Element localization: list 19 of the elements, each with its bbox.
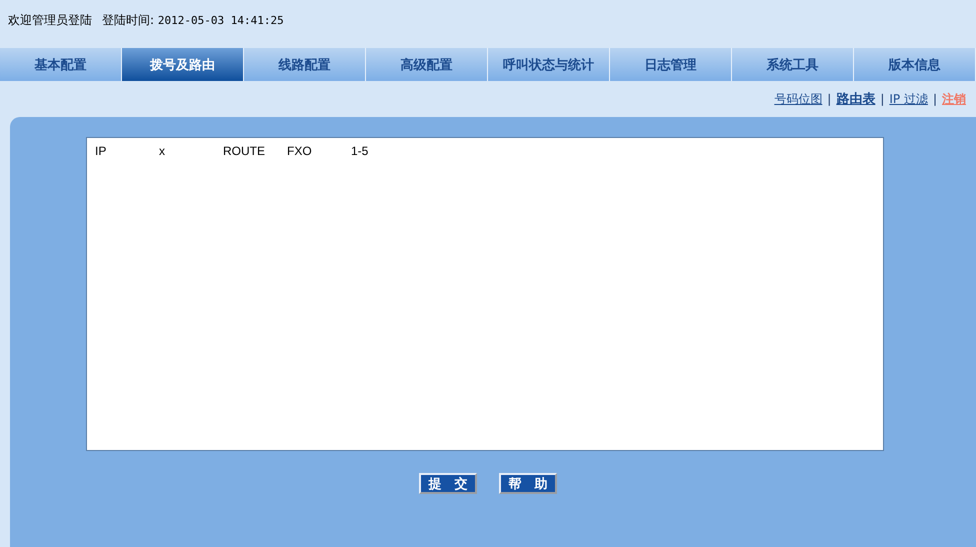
nav-tab[interactable]: 高级配置 <box>366 48 488 81</box>
nav-tab[interactable]: 拨号及路由 <box>122 48 244 81</box>
login-time: 登陆时间: 2012-05-03 14:41:25 <box>102 12 284 28</box>
nav-tab[interactable]: 基本配置 <box>0 48 122 81</box>
welcome-text: 欢迎管理员登陆 <box>8 12 92 28</box>
sub-link[interactable]: 号码位图 <box>774 90 822 108</box>
separator: | <box>827 92 832 106</box>
separator: | <box>932 92 937 106</box>
nav-tab[interactable]: 日志管理 <box>610 48 732 81</box>
nav-tab[interactable]: 系统工具 <box>732 48 854 81</box>
nav-tab[interactable]: 线路配置 <box>244 48 366 81</box>
sub-link[interactable]: IP 过滤 <box>889 90 928 108</box>
nav-tab[interactable]: 呼叫状态与统计 <box>488 48 610 81</box>
separator: | <box>880 92 884 106</box>
nav-tab[interactable]: 版本信息 <box>854 48 976 81</box>
submit-button[interactable]: 提 交 <box>419 473 477 494</box>
help-button[interactable]: 帮 助 <box>499 473 557 494</box>
route-table-field[interactable]: IP x ROUTE FXO 1-5 <box>86 137 884 451</box>
sub-link[interactable]: 路由表 <box>836 90 876 108</box>
